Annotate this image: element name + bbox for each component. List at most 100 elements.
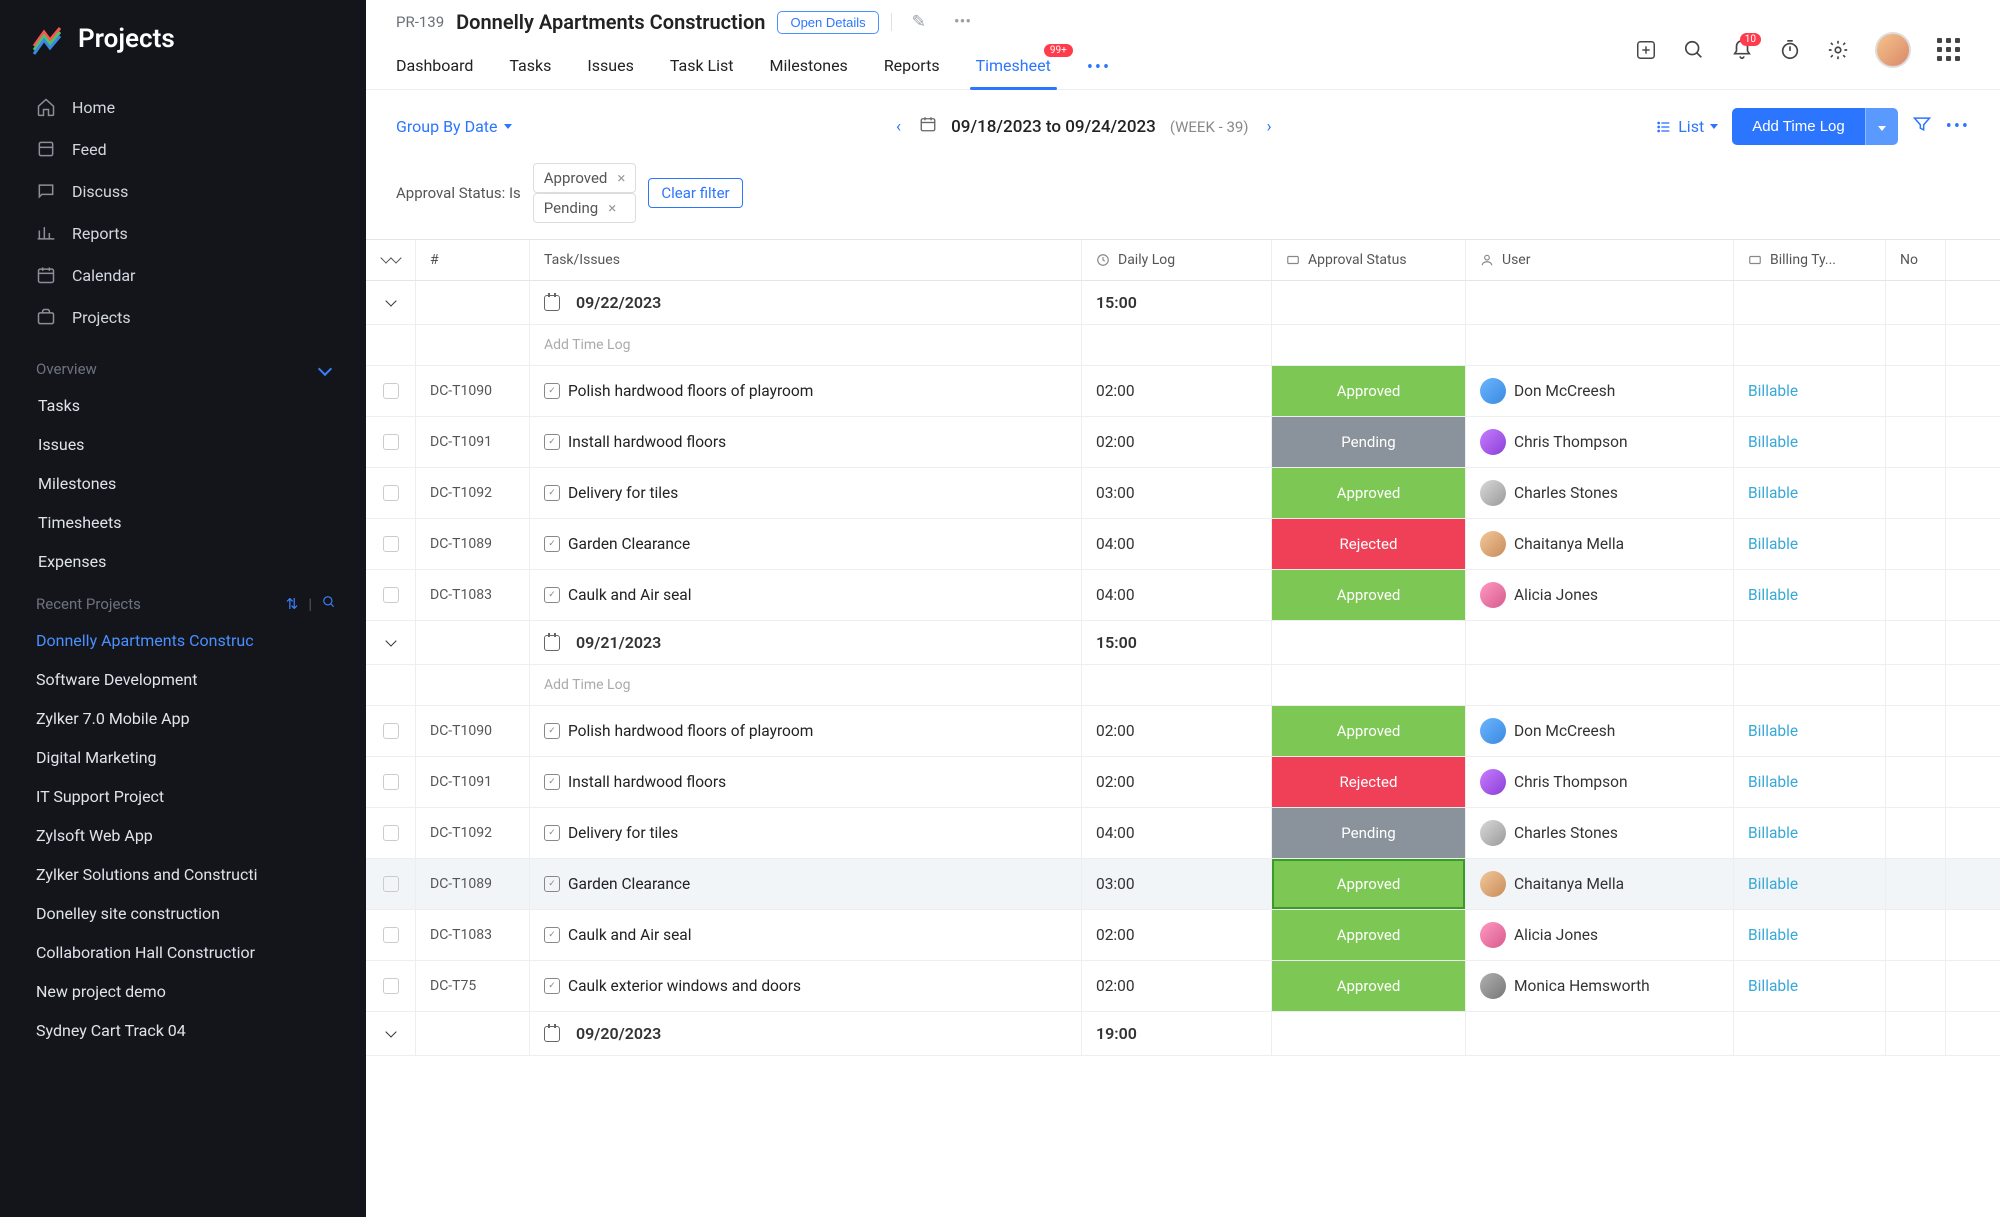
- nav-feed[interactable]: Feed: [0, 128, 366, 170]
- remove-chip-icon[interactable]: ×: [617, 169, 625, 187]
- remove-chip-icon[interactable]: ×: [608, 199, 616, 217]
- filter-icon[interactable]: [1912, 114, 1932, 139]
- col-approval-status[interactable]: Approval Status: [1272, 240, 1466, 280]
- user-avatar[interactable]: [1875, 32, 1911, 68]
- billing-type[interactable]: Billable: [1734, 859, 1886, 909]
- row-checkbox[interactable]: [383, 774, 399, 790]
- date-group-row[interactable]: 09/21/202315:00: [366, 621, 2000, 665]
- next-week-button[interactable]: ›: [1263, 113, 1276, 141]
- row-checkbox[interactable]: [383, 978, 399, 994]
- filter-chip[interactable]: Approved×: [533, 163, 637, 193]
- search-icon[interactable]: [1683, 39, 1705, 61]
- filter-chip[interactable]: Pending×: [533, 193, 637, 223]
- subnav-expenses[interactable]: Expenses: [0, 542, 366, 581]
- row-checkbox[interactable]: [383, 723, 399, 739]
- add-time-log-row[interactable]: Add Time Log: [366, 665, 2000, 706]
- status-badge[interactable]: Pending: [1272, 808, 1465, 858]
- tab-reports[interactable]: Reports: [884, 46, 940, 89]
- row-checkbox[interactable]: [383, 825, 399, 841]
- status-badge[interactable]: Approved: [1272, 859, 1465, 909]
- status-badge[interactable]: Pending: [1272, 417, 1465, 467]
- date-group-row[interactable]: 09/22/202315:00: [366, 281, 2000, 325]
- status-badge[interactable]: Approved: [1272, 961, 1465, 1011]
- subnav-milestones[interactable]: Milestones: [0, 464, 366, 503]
- prev-week-button[interactable]: ‹: [892, 113, 905, 141]
- timesheet-row[interactable]: DC-T1092✓Delivery for tiles03:00Approved…: [366, 468, 2000, 519]
- col-daily-log[interactable]: Daily Log: [1082, 240, 1272, 280]
- billing-type[interactable]: Billable: [1734, 468, 1886, 518]
- tab-tasks[interactable]: Tasks: [509, 46, 551, 89]
- edit-icon[interactable]: ✎: [904, 12, 934, 32]
- recent-project-item[interactable]: Collaboration Hall Constructior: [0, 933, 366, 972]
- nav-projects[interactable]: Projects: [0, 296, 366, 338]
- billing-type[interactable]: Billable: [1734, 570, 1886, 620]
- billing-type[interactable]: Billable: [1734, 910, 1886, 960]
- timer-icon[interactable]: [1779, 39, 1801, 61]
- recent-project-item[interactable]: Zylker 7.0 Mobile App: [0, 699, 366, 738]
- sort-icon[interactable]: ⇅: [286, 595, 299, 613]
- timesheet-row[interactable]: DC-T1090✓Polish hardwood floors of playr…: [366, 706, 2000, 757]
- nav-discuss[interactable]: Discuss: [0, 170, 366, 212]
- nav-home[interactable]: Home: [0, 86, 366, 128]
- timesheet-row[interactable]: DC-T1083✓Caulk and Air seal02:00Approved…: [366, 910, 2000, 961]
- col-number[interactable]: #: [416, 240, 530, 280]
- billing-type[interactable]: Billable: [1734, 417, 1886, 467]
- recent-project-item[interactable]: Donelley site construction: [0, 894, 366, 933]
- subnav-timesheets[interactable]: Timesheets: [0, 503, 366, 542]
- add-time-log-dropdown[interactable]: [1865, 108, 1898, 145]
- timesheet-row[interactable]: DC-T1083✓Caulk and Air seal04:00Approved…: [366, 570, 2000, 621]
- group-by-dropdown[interactable]: Group By Date: [396, 117, 512, 136]
- recent-project-item[interactable]: Donnelly Apartments Construc: [0, 621, 366, 660]
- more-icon[interactable]: •••: [946, 12, 979, 32]
- status-badge[interactable]: Rejected: [1272, 519, 1465, 569]
- tab-dashboard[interactable]: Dashboard: [396, 46, 473, 89]
- billing-type[interactable]: Billable: [1734, 706, 1886, 756]
- expand-all-header[interactable]: [366, 240, 416, 280]
- view-mode-dropdown[interactable]: List: [1656, 117, 1718, 136]
- date-group-row[interactable]: 09/20/202319:00: [366, 1012, 2000, 1056]
- billing-type[interactable]: Billable: [1734, 757, 1886, 807]
- timesheet-row[interactable]: DC-T1089✓Garden Clearance03:00ApprovedCh…: [366, 859, 2000, 910]
- row-checkbox[interactable]: [383, 485, 399, 501]
- billing-type[interactable]: Billable: [1734, 519, 1886, 569]
- add-time-log-button[interactable]: Add Time Log: [1732, 108, 1898, 145]
- calendar-icon[interactable]: [919, 115, 937, 138]
- recent-project-item[interactable]: Sydney Cart Track 04: [0, 1011, 366, 1050]
- nav-reports[interactable]: Reports: [0, 212, 366, 254]
- timesheet-row[interactable]: DC-T1091✓Install hardwood floors02:00Pen…: [366, 417, 2000, 468]
- status-badge[interactable]: Approved: [1272, 570, 1465, 620]
- recent-project-item[interactable]: Zylker Solutions and Constructi: [0, 855, 366, 894]
- status-badge[interactable]: Approved: [1272, 910, 1465, 960]
- status-badge[interactable]: Approved: [1272, 468, 1465, 518]
- billing-type[interactable]: Billable: [1734, 961, 1886, 1011]
- more-icon[interactable]: •••: [1946, 116, 1970, 137]
- billing-type[interactable]: Billable: [1734, 808, 1886, 858]
- apps-grid-icon[interactable]: [1937, 38, 1960, 61]
- add-icon[interactable]: [1635, 39, 1657, 61]
- col-billing[interactable]: Billing Ty...: [1734, 240, 1886, 280]
- status-badge[interactable]: Approved: [1272, 706, 1465, 756]
- recent-project-item[interactable]: Zylsoft Web App: [0, 816, 366, 855]
- search-icon[interactable]: [322, 595, 336, 613]
- tabs-more-icon[interactable]: •••: [1087, 46, 1111, 89]
- timesheet-row[interactable]: DC-T75✓Caulk exterior windows and doors0…: [366, 961, 2000, 1012]
- recent-project-item[interactable]: Software Development: [0, 660, 366, 699]
- gear-icon[interactable]: [1827, 39, 1849, 61]
- timesheet-row[interactable]: DC-T1090✓Polish hardwood floors of playr…: [366, 366, 2000, 417]
- col-notes[interactable]: No: [1886, 240, 1946, 280]
- col-task[interactable]: Task/Issues: [530, 240, 1082, 280]
- row-checkbox[interactable]: [383, 434, 399, 450]
- clear-filter-button[interactable]: Clear filter: [648, 178, 742, 208]
- row-checkbox[interactable]: [383, 383, 399, 399]
- bell-icon[interactable]: 10: [1731, 39, 1753, 61]
- col-user[interactable]: User: [1466, 240, 1734, 280]
- recent-project-item[interactable]: New project demo: [0, 972, 366, 1011]
- recent-project-item[interactable]: IT Support Project: [0, 777, 366, 816]
- status-badge[interactable]: Approved: [1272, 366, 1465, 416]
- tab-timesheet[interactable]: Timesheet99+: [976, 46, 1051, 89]
- open-details-button[interactable]: Open Details: [777, 11, 878, 34]
- nav-calendar[interactable]: Calendar: [0, 254, 366, 296]
- timesheet-row[interactable]: DC-T1092✓Delivery for tiles04:00PendingC…: [366, 808, 2000, 859]
- billing-type[interactable]: Billable: [1734, 366, 1886, 416]
- recent-project-item[interactable]: Digital Marketing: [0, 738, 366, 777]
